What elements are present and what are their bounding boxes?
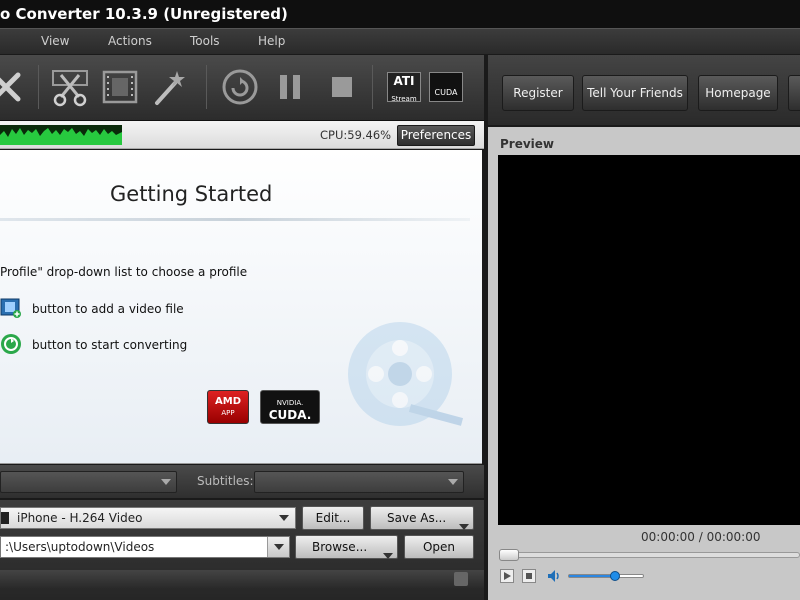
chevron-down-icon <box>383 544 393 566</box>
ati-sub-label: Stream <box>391 95 417 103</box>
progress-bar <box>0 570 484 588</box>
preview-screen <box>498 155 800 525</box>
chevron-down-icon <box>443 472 463 492</box>
browse-button[interactable]: Browse... <box>295 535 398 559</box>
pause-icon[interactable] <box>270 65 310 109</box>
profile-value: iPhone - H.264 Video <box>17 511 143 525</box>
getting-started-panel: Getting Started Profile" drop-down list … <box>0 150 482 464</box>
add-video-icon <box>0 297 22 319</box>
play-icon[interactable] <box>500 569 514 583</box>
profile-select[interactable]: iPhone - H.264 Video <box>0 507 296 529</box>
volume-slider[interactable] <box>568 571 644 581</box>
window-title: o Converter 10.3.9 (Unregistered) <box>0 5 288 23</box>
nvidia-cuda-badge: NVIDIA. CUDA. <box>260 390 320 424</box>
audio-track-select[interactable] <box>0 471 177 493</box>
subtitles-select[interactable] <box>254 471 464 493</box>
film-icon[interactable] <box>100 65 140 109</box>
register-button[interactable]: Register <box>502 75 574 111</box>
open-folder-button[interactable]: Open <box>404 535 474 559</box>
step-start-convert: button to start converting <box>32 338 188 352</box>
stop-icon[interactable] <box>522 569 536 583</box>
convert-icon[interactable] <box>220 65 260 109</box>
stop-icon[interactable] <box>322 65 362 109</box>
step-add-video: button to add a video file <box>32 302 184 316</box>
seek-handle[interactable] <box>499 549 519 561</box>
cut-icon[interactable] <box>50 65 90 109</box>
homepage-button[interactable]: Homepage <box>698 75 778 111</box>
preferences-button[interactable]: Preferences <box>397 125 475 146</box>
playback-controls <box>498 563 800 589</box>
cancel-icon[interactable] <box>0 65 26 109</box>
cuda-icon[interactable]: CUDA <box>426 65 466 109</box>
browse-label: Browse... <box>312 540 368 554</box>
tell-friends-button[interactable]: Tell Your Friends <box>582 75 688 111</box>
status-strip: CPU:59.46% Preferences <box>0 121 484 149</box>
cpu-meter <box>0 125 122 145</box>
save-as-label: Save As... <box>387 511 447 525</box>
title-divider <box>0 218 470 221</box>
chevron-down-icon <box>459 515 469 537</box>
destination-field[interactable]: :\Users\uptodown\Videos <box>0 536 290 558</box>
top-action-bar: Register Tell Your Friends Homepage <box>488 55 800 125</box>
main-toolbar: ATI Stream CUDA <box>0 55 484 121</box>
film-reel-watermark <box>330 318 470 430</box>
toolbar-separator <box>206 65 207 109</box>
chevron-down-icon <box>156 472 176 492</box>
menu-help[interactable]: Help <box>258 34 285 48</box>
ati-stream-icon[interactable]: ATI Stream <box>384 65 424 109</box>
subtitles-label: Subtitles: <box>197 474 254 488</box>
menu-bar: View Actions Tools Help <box>0 28 800 54</box>
chevron-down-icon <box>273 508 295 528</box>
film-icon <box>1 512 9 524</box>
chevron-down-icon <box>267 537 289 557</box>
step-profile: Profile" drop-down list to choose a prof… <box>0 265 248 279</box>
extra-button[interactable] <box>788 75 800 111</box>
preview-label: Preview <box>500 137 555 151</box>
amd-label: AMD <box>215 396 241 407</box>
playback-time: 00:00:00 / 00:00:00 <box>641 530 761 544</box>
menu-actions[interactable]: Actions <box>108 34 152 48</box>
audio-subtitle-row: Subtitles: <box>0 465 484 499</box>
page-title: Getting Started <box>110 182 273 206</box>
amd-app-badge: AMD APP <box>207 390 249 424</box>
menu-tools[interactable]: Tools <box>190 34 220 48</box>
start-convert-icon <box>0 333 22 355</box>
destination-path: :\Users\uptodown\Videos <box>5 540 155 554</box>
seek-bar[interactable] <box>499 549 800 561</box>
edit-button[interactable]: Edit... <box>302 506 364 530</box>
magic-wand-icon[interactable] <box>150 65 190 109</box>
amd-sub-label: APP <box>221 409 235 417</box>
toolbar-separator <box>372 65 373 109</box>
volume-handle[interactable] <box>609 571 620 581</box>
nvidia-label: NVIDIA. <box>276 399 304 407</box>
scroll-handle[interactable] <box>454 572 468 586</box>
toolbar-separator <box>38 65 39 109</box>
preview-panel: Preview 00:00:00 / 00:00:00 <box>488 127 800 600</box>
cuda-label: CUDA <box>434 88 458 97</box>
output-settings-panel: iPhone - H.264 Video Edit... Save As... … <box>0 500 484 600</box>
title-bar: o Converter 10.3.9 (Unregistered) <box>0 0 800 28</box>
cpu-usage: CPU:59.46% <box>320 128 392 142</box>
save-as-button[interactable]: Save As... <box>370 506 474 530</box>
ati-label: ATI <box>393 74 415 88</box>
menu-view[interactable]: View <box>41 34 69 48</box>
volume-level <box>569 575 615 577</box>
cuda-badge-label: CUDA. <box>268 408 312 422</box>
volume-icon[interactable] <box>546 568 562 587</box>
